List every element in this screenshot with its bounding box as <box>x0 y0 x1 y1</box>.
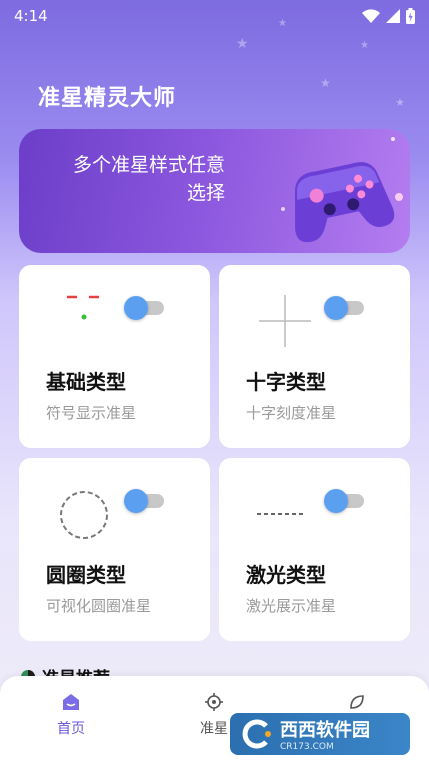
cross-type-toggle[interactable] <box>324 296 364 320</box>
toggle-knob <box>124 489 148 513</box>
signal-icon <box>386 9 400 23</box>
watermark-c-icon <box>242 719 271 749</box>
card-circle-type[interactable]: 圆圈类型 可视化圆圈准星 <box>19 458 210 641</box>
background-star-icon: ★ <box>395 96 405 109</box>
page-title: 准星精灵大师 <box>38 86 177 111</box>
basic-crosshair-icon <box>67 295 99 320</box>
tab-home[interactable]: 首页 <box>31 692 111 738</box>
battery-icon <box>406 8 415 24</box>
leaf-icon <box>350 695 364 709</box>
toggle-knob <box>324 296 348 320</box>
circle-crosshair-icon <box>60 491 108 539</box>
background-star-icon: ★ <box>320 76 331 90</box>
card-description: 十字刻度准星 <box>246 404 337 422</box>
background-star-icon: ★ <box>236 36 249 52</box>
circle-type-toggle[interactable] <box>124 489 164 513</box>
watermark-subtext: CR173.COM <box>280 742 334 752</box>
background-star-icon: ★ <box>360 40 369 51</box>
card-basic-type[interactable]: 基础类型 符号显示准星 <box>19 265 210 448</box>
status-bar: 4:14 <box>0 0 429 32</box>
card-description: 符号显示准星 <box>46 404 137 422</box>
wifi-icon <box>362 9 380 23</box>
status-icons <box>362 8 415 24</box>
card-description: 可视化圆圈准星 <box>46 597 152 615</box>
card-title: 十字类型 <box>246 370 326 394</box>
card-title: 圆圈类型 <box>46 563 126 587</box>
toggle-knob <box>124 296 148 320</box>
status-time: 4:14 <box>14 7 48 25</box>
promo-banner[interactable]: 多个准星样式任意选择 <box>19 129 410 253</box>
laser-type-toggle[interactable] <box>324 489 364 513</box>
watermark-logo: 西西软件园 CR173.COM <box>230 713 410 755</box>
card-description: 激光展示准星 <box>246 597 337 615</box>
laser-crosshair-icon <box>257 513 305 515</box>
cross-crosshair-icon <box>259 295 311 347</box>
tab-label: 首页 <box>57 721 85 737</box>
card-laser-type[interactable]: 激光类型 激光展示准星 <box>219 458 410 641</box>
watermark-text: 西西软件园 <box>280 720 370 741</box>
home-icon <box>63 694 79 710</box>
card-title: 基础类型 <box>46 370 126 394</box>
background-star-icon: ★ <box>278 18 287 29</box>
toggle-knob <box>324 489 348 513</box>
tab-label: 准星 <box>200 721 228 737</box>
gamepad-icon <box>281 137 403 243</box>
banner-text: 多个准星样式任意选择 <box>72 154 225 204</box>
basic-type-toggle[interactable] <box>124 296 164 320</box>
crosshair-icon <box>205 693 223 711</box>
card-cross-type[interactable]: 十字类型 十字刻度准星 <box>219 265 410 448</box>
card-title: 激光类型 <box>246 563 326 587</box>
